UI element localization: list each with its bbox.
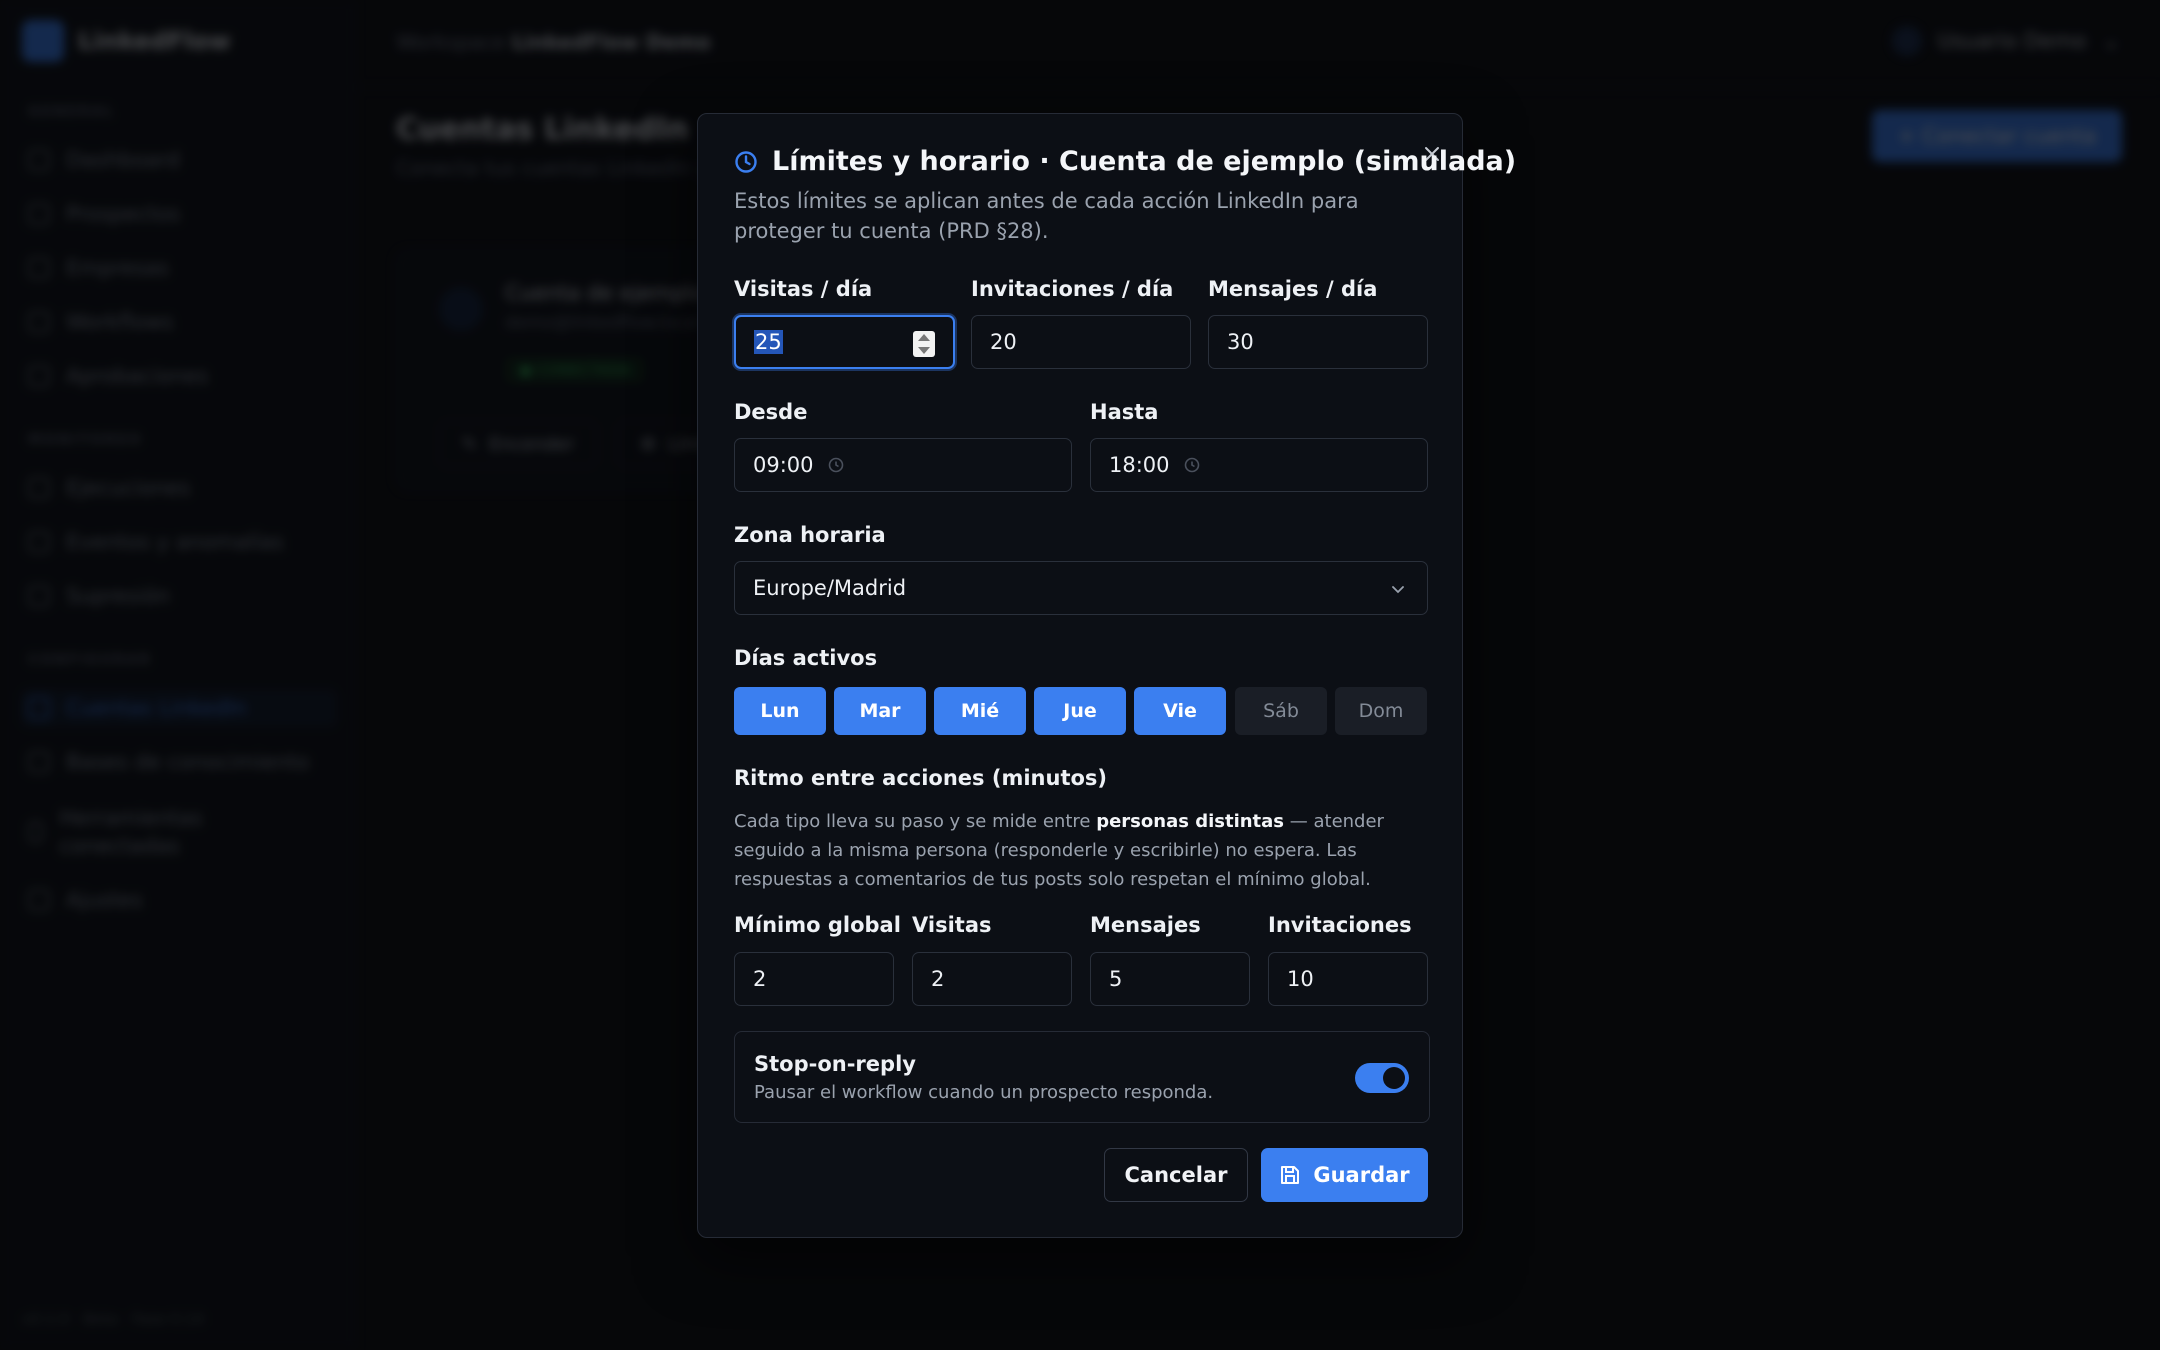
modal-description: Estos límites se aplican antes de cada a…	[734, 189, 1359, 243]
day-toggle-mon[interactable]: Lun	[734, 687, 826, 735]
limits-modal: Límites y horario · Cuenta de ejemplo (s…	[697, 113, 1516, 1238]
pace-messages-label: Mensajes	[1090, 913, 1201, 937]
from-time-input[interactable]: 09:00	[734, 438, 1072, 492]
day-toggle-tue[interactable]: Mar	[834, 687, 926, 735]
pace-label: Ritmo entre acciones (minutos)	[734, 766, 1108, 790]
stop-on-reply-title: Stop-on-reply	[754, 1052, 916, 1076]
toggle-knob	[1383, 1067, 1405, 1089]
save-button[interactable]: Guardar	[1261, 1148, 1428, 1202]
visits-per-day-label: Visitas / día	[734, 277, 873, 301]
to-label: Hasta	[1090, 400, 1159, 424]
pace-description: Cada tipo lleva su paso y se mide entre …	[734, 811, 1384, 890]
cancel-button[interactable]: Cancelar	[1104, 1148, 1248, 1202]
messages-per-day-input[interactable]: 30	[1208, 315, 1428, 369]
min-global-input[interactable]: 2	[734, 952, 894, 1006]
time-picker-icon[interactable]	[828, 457, 844, 473]
pace-visits-label: Visitas	[912, 913, 992, 937]
timezone-select[interactable]: Europe/Madrid	[734, 561, 1428, 615]
day-toggle-sat[interactable]: Sáb	[1235, 687, 1327, 735]
invites-per-day-input[interactable]: 20	[971, 315, 1191, 369]
invites-per-day-label: Invitaciones / día	[971, 277, 1174, 301]
day-toggle-fri[interactable]: Vie	[1134, 687, 1226, 735]
modal-title: Límites y horario · Cuenta de ejemplo (s…	[772, 146, 1517, 177]
to-time-input[interactable]: 18:00	[1090, 438, 1428, 492]
min-global-label: Mínimo global	[734, 913, 901, 937]
from-label: Desde	[734, 400, 808, 424]
pace-messages-input[interactable]: 5	[1090, 952, 1250, 1006]
clock-icon	[735, 150, 757, 173]
pace-invites-label: Invitaciones	[1268, 913, 1412, 937]
number-spinner-icon[interactable]	[913, 331, 935, 357]
stop-on-reply-panel: Stop-on-reply Pausar el workflow cuando …	[734, 1031, 1430, 1123]
timezone-label: Zona horaria	[734, 523, 886, 547]
day-toggle-thu[interactable]: Jue	[1034, 687, 1126, 735]
modal-header: Límites y horario · Cuenta de ejemplo (s…	[734, 146, 1516, 177]
save-icon	[1281, 1166, 1300, 1184]
pace-invites-input[interactable]: 10	[1268, 952, 1428, 1006]
day-toggle-wed[interactable]: Mié	[934, 687, 1026, 735]
time-picker-icon[interactable]	[1184, 457, 1200, 473]
messages-per-day-label: Mensajes / día	[1208, 277, 1378, 301]
visits-per-day-input[interactable]: 25	[734, 315, 955, 369]
stop-on-reply-toggle[interactable]	[1355, 1063, 1409, 1093]
chevron-down-icon	[1392, 586, 1404, 594]
stop-on-reply-description: Pausar el workflow cuando un prospecto r…	[754, 1082, 1214, 1103]
active-days-label: Días activos	[734, 646, 878, 670]
day-toggle-sun[interactable]: Dom	[1335, 687, 1427, 735]
pace-visits-input[interactable]: 2	[912, 952, 1072, 1006]
